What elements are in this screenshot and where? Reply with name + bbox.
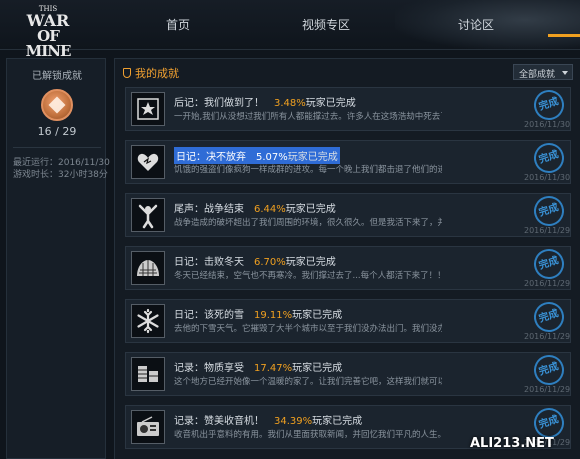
- achievement-title: 后记：我们做到了！ 3.48%玩家已完成: [174, 98, 356, 109]
- completed-stamp: 完成: [530, 351, 568, 389]
- achievement-card[interactable]: 尾声：战争结束 6.44%玩家已完成 战争造成的破坏超出了我们周围的环境，很久很久…: [125, 192, 571, 237]
- completed-stamp: 完成: [530, 139, 568, 177]
- divider: [13, 147, 101, 148]
- achievement-title: 记录：赞美收音机！ 34.39%玩家已完成: [174, 416, 363, 427]
- completed-stamp: 完成: [530, 298, 568, 336]
- achievement-title: 日记：决不放弃 5.07%玩家已完成: [174, 147, 340, 164]
- achievement-description: 饥饿的强盗们像疯狗一样成群的进攻。每一个晚上我们都击退了他们的进...: [174, 165, 442, 175]
- achievement-card[interactable]: 后记：我们做到了！ 3.48%玩家已完成 一开始,我们从没想过我们所有人都能撑过去…: [125, 86, 571, 131]
- nav-active-indicator: [548, 34, 580, 37]
- achievement-title: 日记：击败冬天 6.70%玩家已完成: [174, 257, 336, 268]
- raised-arms-icon: [131, 198, 165, 232]
- achievement-description: 战争造成的破坏超出了我们周围的环境，很久很久。但是我活下来了，并...: [174, 218, 442, 228]
- nav-home[interactable]: 首页: [166, 16, 190, 33]
- completed-stamp: 完成: [530, 245, 568, 283]
- achievement-title: 记录：物质享受 17.47%玩家已完成: [174, 363, 343, 374]
- achievement-filter-dropdown[interactable]: 全部成就: [513, 64, 573, 80]
- achievement-card[interactable]: 日记：决不放弃 5.07%玩家已完成 饥饿的强盗们像疯狗一样成群的进攻。每一个晚上…: [125, 139, 571, 184]
- heart-icon: [131, 145, 165, 179]
- shelter-icon: [131, 251, 165, 285]
- star-frame-icon: [131, 92, 165, 126]
- achievement-card[interactable]: 记录：物质享受 17.47%玩家已完成 这个地方已经开始像一个温暖的家了。让我们完…: [125, 351, 571, 396]
- completed-stamp: 完成: [530, 192, 568, 230]
- playtime: 游戏时长：32小时38分: [13, 170, 108, 180]
- radio-icon: [131, 410, 165, 444]
- medal-icon: [41, 89, 73, 121]
- filter-label: 全部成就: [519, 70, 556, 80]
- achievements-header: 我的成就: [123, 65, 179, 81]
- achievement-description: 冬天已经结束，空气也不再寒冷。我们撑过去了...每个人都活下来了！！...: [174, 271, 442, 281]
- game-logo[interactable]: THIS WAR OF MINE: [24, 2, 72, 59]
- achievement-description: 收音机出乎意料的有用。我们从里面获取新闻，并回忆我们平凡的人生。: [174, 430, 442, 440]
- unlocked-count: 16 / 29: [37, 125, 77, 138]
- unlock-date: 2016/11/30: [524, 120, 571, 129]
- site-watermark: ALI213.NET: [470, 436, 554, 451]
- achievement-description: 一开始,我们从没想过我们所有人都能撑过去。许多人在这场浩劫中死去了...: [174, 112, 442, 122]
- unlock-date: 2016/11/30: [524, 173, 571, 182]
- nav-discussion[interactable]: 讨论区: [458, 16, 494, 33]
- chevron-down-icon: [562, 71, 568, 75]
- achievement-description: 去他的下雪天气。它摧毁了大半个城市以至于我们没办法出门。我们没办...: [174, 324, 442, 334]
- furniture-icon: [131, 357, 165, 391]
- unlock-date: 2016/11/29: [524, 279, 571, 288]
- achievement-title: 日记：该死的雪 19.11%玩家已完成: [174, 310, 343, 321]
- logo-line-3: OF MINE: [25, 27, 72, 60]
- achievement-card[interactable]: 日记：击败冬天 6.70%玩家已完成 冬天已经结束，空气也不再寒冷。我们撑过去了.…: [125, 245, 571, 290]
- achievement-card[interactable]: 日记：该死的雪 19.11%玩家已完成 去他的下雪天气。它摧毁了大半个城市以至于我…: [125, 298, 571, 343]
- completed-stamp: 完成: [530, 86, 568, 124]
- snowflake-icon: [131, 304, 165, 338]
- achievements-panel: 我的成就 全部成就 后记：我们做到了！ 3.48%玩家已完成 一开始,我们从没想过…: [114, 58, 580, 459]
- achievement-title: 尾声：战争结束 6.44%玩家已完成: [174, 204, 336, 215]
- trophy-icon: [123, 68, 131, 78]
- unlock-date: 2016/11/29: [524, 332, 571, 341]
- achievement-summary-panel: 已解锁成就 16 / 29 最近运行：2016/11/30 游戏时长：32小时3…: [6, 58, 110, 459]
- achievement-description: 这个地方已经开始像一个温暖的家了。让我们完善它吧，这样我们就可以...: [174, 377, 442, 387]
- achievements-header-label: 我的成就: [135, 67, 179, 80]
- top-bar: THIS WAR OF MINE 首页 视频专区 讨论区: [0, 0, 580, 59]
- nav-videos[interactable]: 视频专区: [302, 16, 350, 33]
- unlocked-title: 已解锁成就: [32, 71, 82, 82]
- unlock-date: 2016/11/29: [524, 385, 571, 394]
- unlock-date: 2016/11/29: [524, 226, 571, 235]
